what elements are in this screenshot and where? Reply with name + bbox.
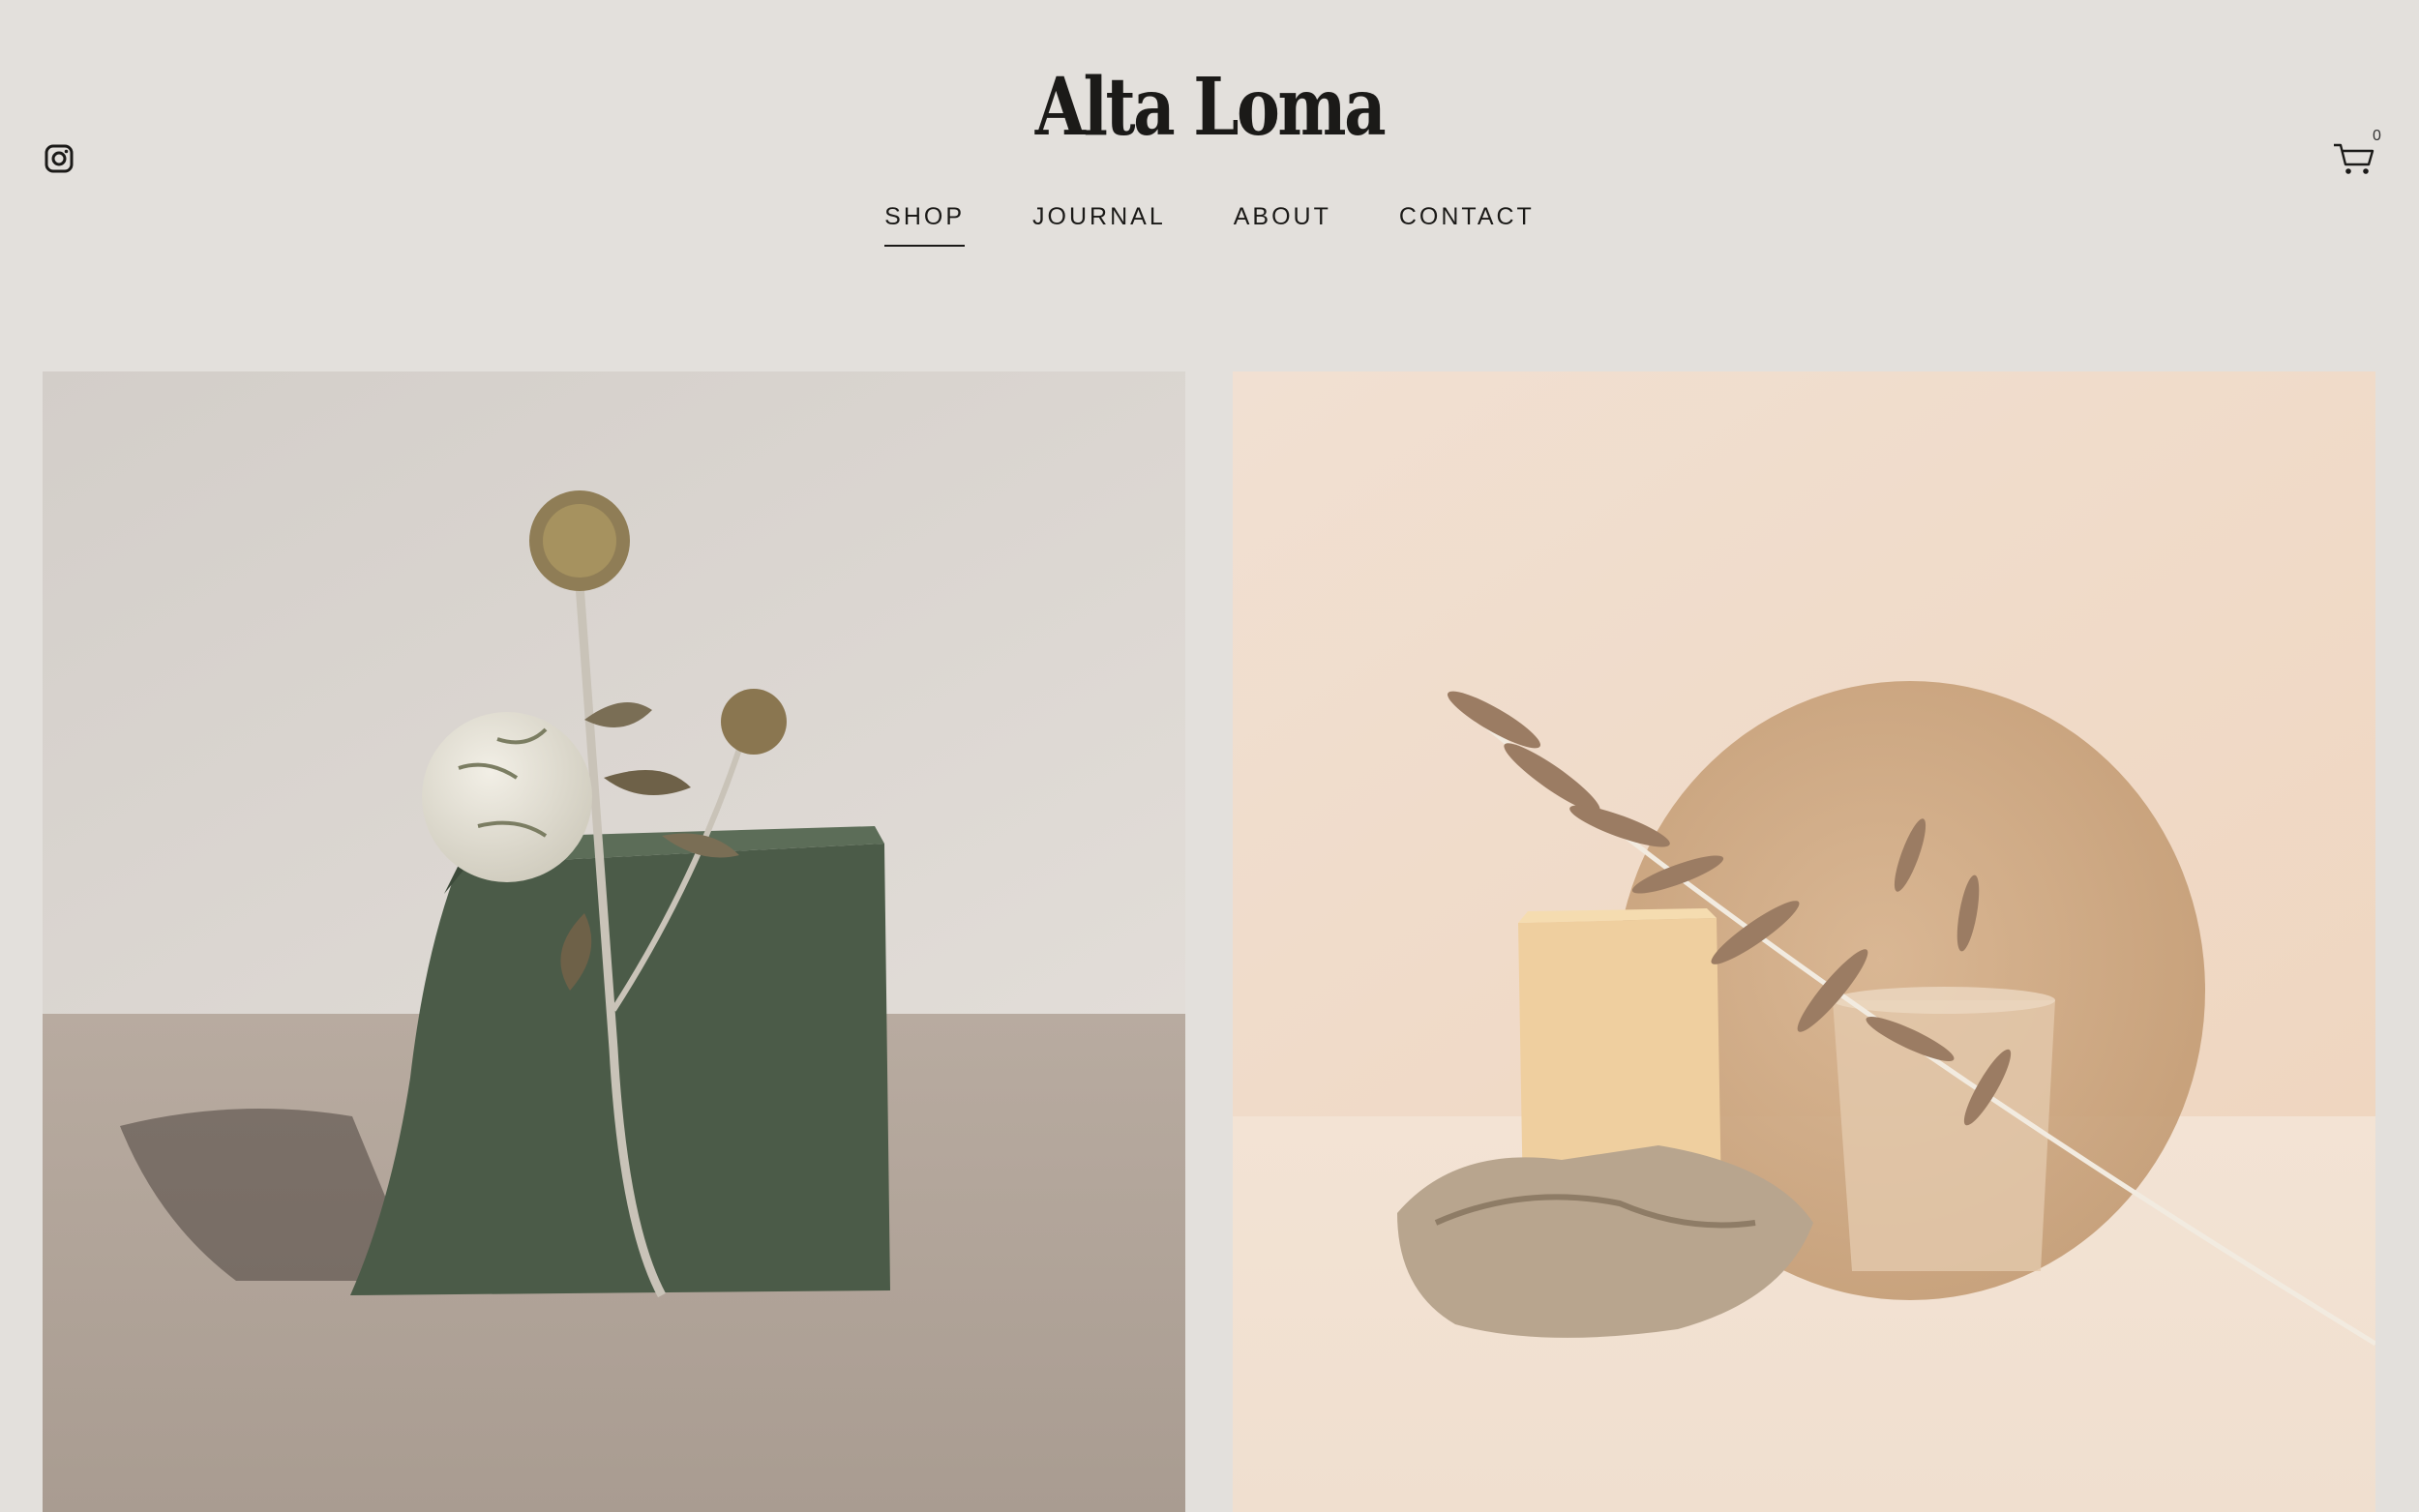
product-image <box>43 371 1185 1512</box>
nav-item-contact[interactable]: CONTACT <box>1399 203 1535 247</box>
cart-count-badge: 0 <box>2373 128 2381 144</box>
site-header: Alta Loma 0 SHOP JOURNAL ABOUT CONTACT <box>0 0 2419 329</box>
nav-item-about[interactable]: ABOUT <box>1234 203 1331 247</box>
site-logo[interactable]: Alta Loma <box>218 68 2201 147</box>
instagram-icon[interactable] <box>44 143 75 174</box>
product-image <box>1233 371 2375 1512</box>
nav-item-shop[interactable]: SHOP <box>884 203 966 247</box>
main-nav: SHOP JOURNAL ABOUT CONTACT <box>0 203 2419 247</box>
product-tile[interactable] <box>43 371 1185 1512</box>
cart-icon[interactable] <box>2332 139 2376 178</box>
nav-item-journal[interactable]: JOURNAL <box>1032 203 1166 247</box>
product-tile[interactable] <box>1233 371 2375 1512</box>
